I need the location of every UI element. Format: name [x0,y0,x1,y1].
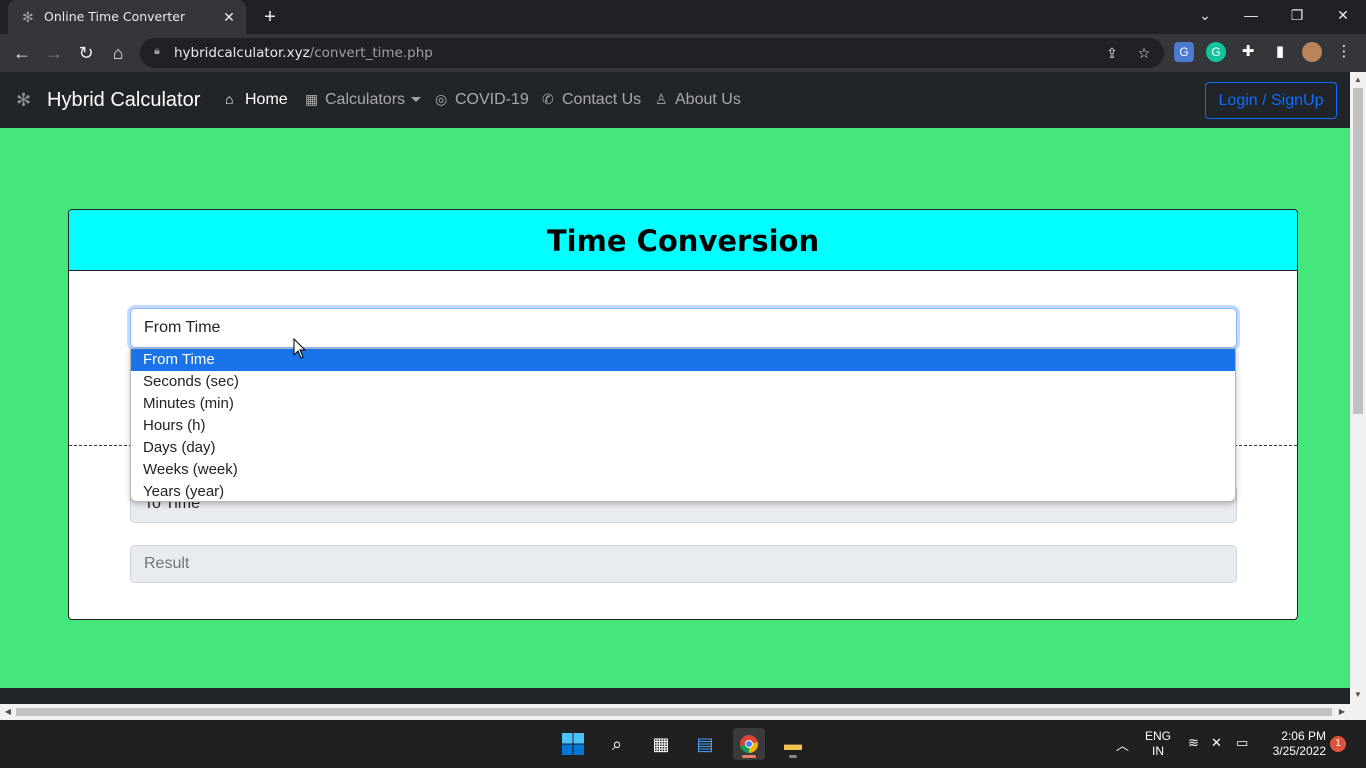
reload-button[interactable]: ↻ [74,41,98,65]
tab-title: Online Time Converter [44,9,186,24]
nav-home[interactable]: ⌂ Home [225,91,288,109]
vertical-scrollbar[interactable]: ▲ ▼ [1350,72,1366,704]
chrome-app-icon[interactable] [733,728,765,760]
footer-bar [0,688,1350,704]
address-bar[interactable]: 🔒︎ hybridcalculator.xyz/convert_time.php… [140,38,1164,68]
start-button[interactable] [557,728,589,760]
chevron-down-icon [411,97,422,103]
dropdown-option[interactable]: Years (year) [131,481,1235,501]
battery-icon[interactable]: ▭ [1236,735,1248,751]
user-icon: ♙ [655,91,668,107]
scroll-up-arrow-icon[interactable]: ▲ [1353,75,1363,85]
url-domain: hybridcalculator.xyz [174,45,310,61]
nav-calculators-label: Calculators [325,91,406,108]
translate-extension-icon[interactable]: G [1174,42,1194,62]
back-button[interactable]: ← [10,41,34,65]
file-explorer-icon[interactable]: ▬ [777,728,809,760]
clock-date: 3/25/2022 [1272,744,1326,758]
home-icon: ⌂ [225,91,234,107]
scroll-right-arrow-icon[interactable]: ▶ [1337,707,1347,717]
horizontal-scrollbar[interactable]: ◀ ▶ [0,704,1366,720]
nav-contact-label: Contact Us [562,91,642,108]
horizontal-scroll-thumb[interactable] [16,708,1332,716]
vertical-scroll-thumb[interactable] [1353,88,1363,414]
region-code: IN [1152,744,1164,758]
wifi-icon[interactable]: ≋ [1188,735,1199,751]
tab-close-icon[interactable]: ✕ [220,8,238,26]
result-field[interactable]: Result [130,545,1237,583]
mouse-pointer-icon [293,338,307,359]
dropdown-option[interactable]: Hours (h) [131,415,1235,437]
language-indicator[interactable]: ENG IN [1145,729,1171,759]
notification-badge[interactable]: 1 [1330,736,1346,752]
nav-covid[interactable]: ◎ COVID-19 [435,91,529,109]
new-tab-button[interactable]: + [258,5,282,29]
scroll-left-arrow-icon[interactable]: ◀ [3,707,13,717]
virus-icon: ◎ [435,91,448,107]
scroll-down-arrow-icon[interactable]: ▼ [1353,690,1363,700]
grammarly-extension-icon[interactable]: G [1206,42,1226,62]
dropdown-option[interactable]: Days (day) [131,437,1235,459]
dropdown-option[interactable]: Seconds (sec) [131,371,1235,393]
restore-button[interactable]: ❐ [1274,0,1320,30]
dropdown-option[interactable]: Minutes (min) [131,393,1235,415]
nav-covid-label: COVID-19 [455,91,529,108]
chrome-logo-icon [740,735,759,754]
active-app-indicator [742,755,756,758]
chrome-menu-icon[interactable]: ⋮ [1334,42,1354,62]
url-path: /convert_time.php [309,45,433,61]
nav-home-label: Home [245,91,288,108]
tab-search-icon[interactable]: ⌄ [1182,0,1228,30]
search-icon[interactable]: ⌕ [601,728,633,760]
bookmark-star-icon[interactable]: ☆ [1134,44,1154,62]
clock-time: 2:06 PM [1281,729,1326,743]
profile-avatar[interactable] [1302,42,1322,62]
running-app-indicator [789,755,797,758]
browser-tabstrip: ✻ Online Time Converter ✕ + ⌄ — ❐ ✕ [0,0,1366,34]
extensions-puzzle-icon[interactable]: ✚ [1238,42,1258,62]
windows-taskbar: ⌕ ▦ ▤ ▬ ︿ ENG IN ≋ ✕ ▭ 2:06 PM 3/25/2022… [0,720,1366,768]
forward-button[interactable]: → [42,41,66,65]
chevron-up-icon[interactable]: ︿ [1116,735,1129,754]
login-signup-button[interactable]: Login / SignUp [1205,82,1337,119]
close-window-button[interactable]: ✕ [1320,0,1366,30]
nav-about-label: About Us [675,91,741,108]
nav-contact[interactable]: ✆ Contact Us [542,91,641,109]
from-time-dropdown-list: From Time Seconds (sec) Minutes (min) Ho… [130,348,1236,502]
home-button[interactable]: ⌂ [106,41,130,65]
brand-name[interactable]: Hybrid Calculator [47,89,200,112]
nav-calculators[interactable]: ▦ Calculators [305,91,422,109]
notepad-app-icon[interactable]: ▤ [689,728,721,760]
page-title: Time Conversion [546,224,820,258]
side-panel-icon[interactable]: ▮ [1270,42,1290,62]
card-header: Time Conversion [69,210,1297,271]
browser-tab[interactable]: ✻ Online Time Converter ✕ [8,0,246,34]
share-icon[interactable]: ⇪ [1102,44,1122,62]
site-favicon-icon: ✻ [22,9,34,25]
system-clock[interactable]: 2:06 PM 3/25/2022 [1262,729,1326,759]
nav-about[interactable]: ♙ About Us [655,91,741,109]
language-code: ENG [1145,729,1172,743]
windows-logo-icon [562,733,584,755]
phone-icon: ✆ [542,91,554,107]
site-navbar: ✻ Hybrid Calculator ⌂ Home ▦ Calculators ◎… [0,72,1350,128]
browser-toolbar: ← → ↻ ⌂ 🔒︎ hybridcalculator.xyz/convert_… [0,34,1366,72]
calculator-icon: ▦ [305,91,319,107]
lock-icon: 🔒︎ [154,45,160,57]
dropdown-option[interactable]: Weeks (week) [131,459,1235,481]
calculator-app-icon[interactable]: ▦ [645,728,677,760]
brand-logo-icon: ✻ [16,90,32,110]
volume-muted-icon[interactable]: ✕ [1211,735,1222,751]
url-text: hybridcalculator.xyz/convert_time.php [174,45,433,61]
minimize-button[interactable]: — [1228,0,1274,30]
